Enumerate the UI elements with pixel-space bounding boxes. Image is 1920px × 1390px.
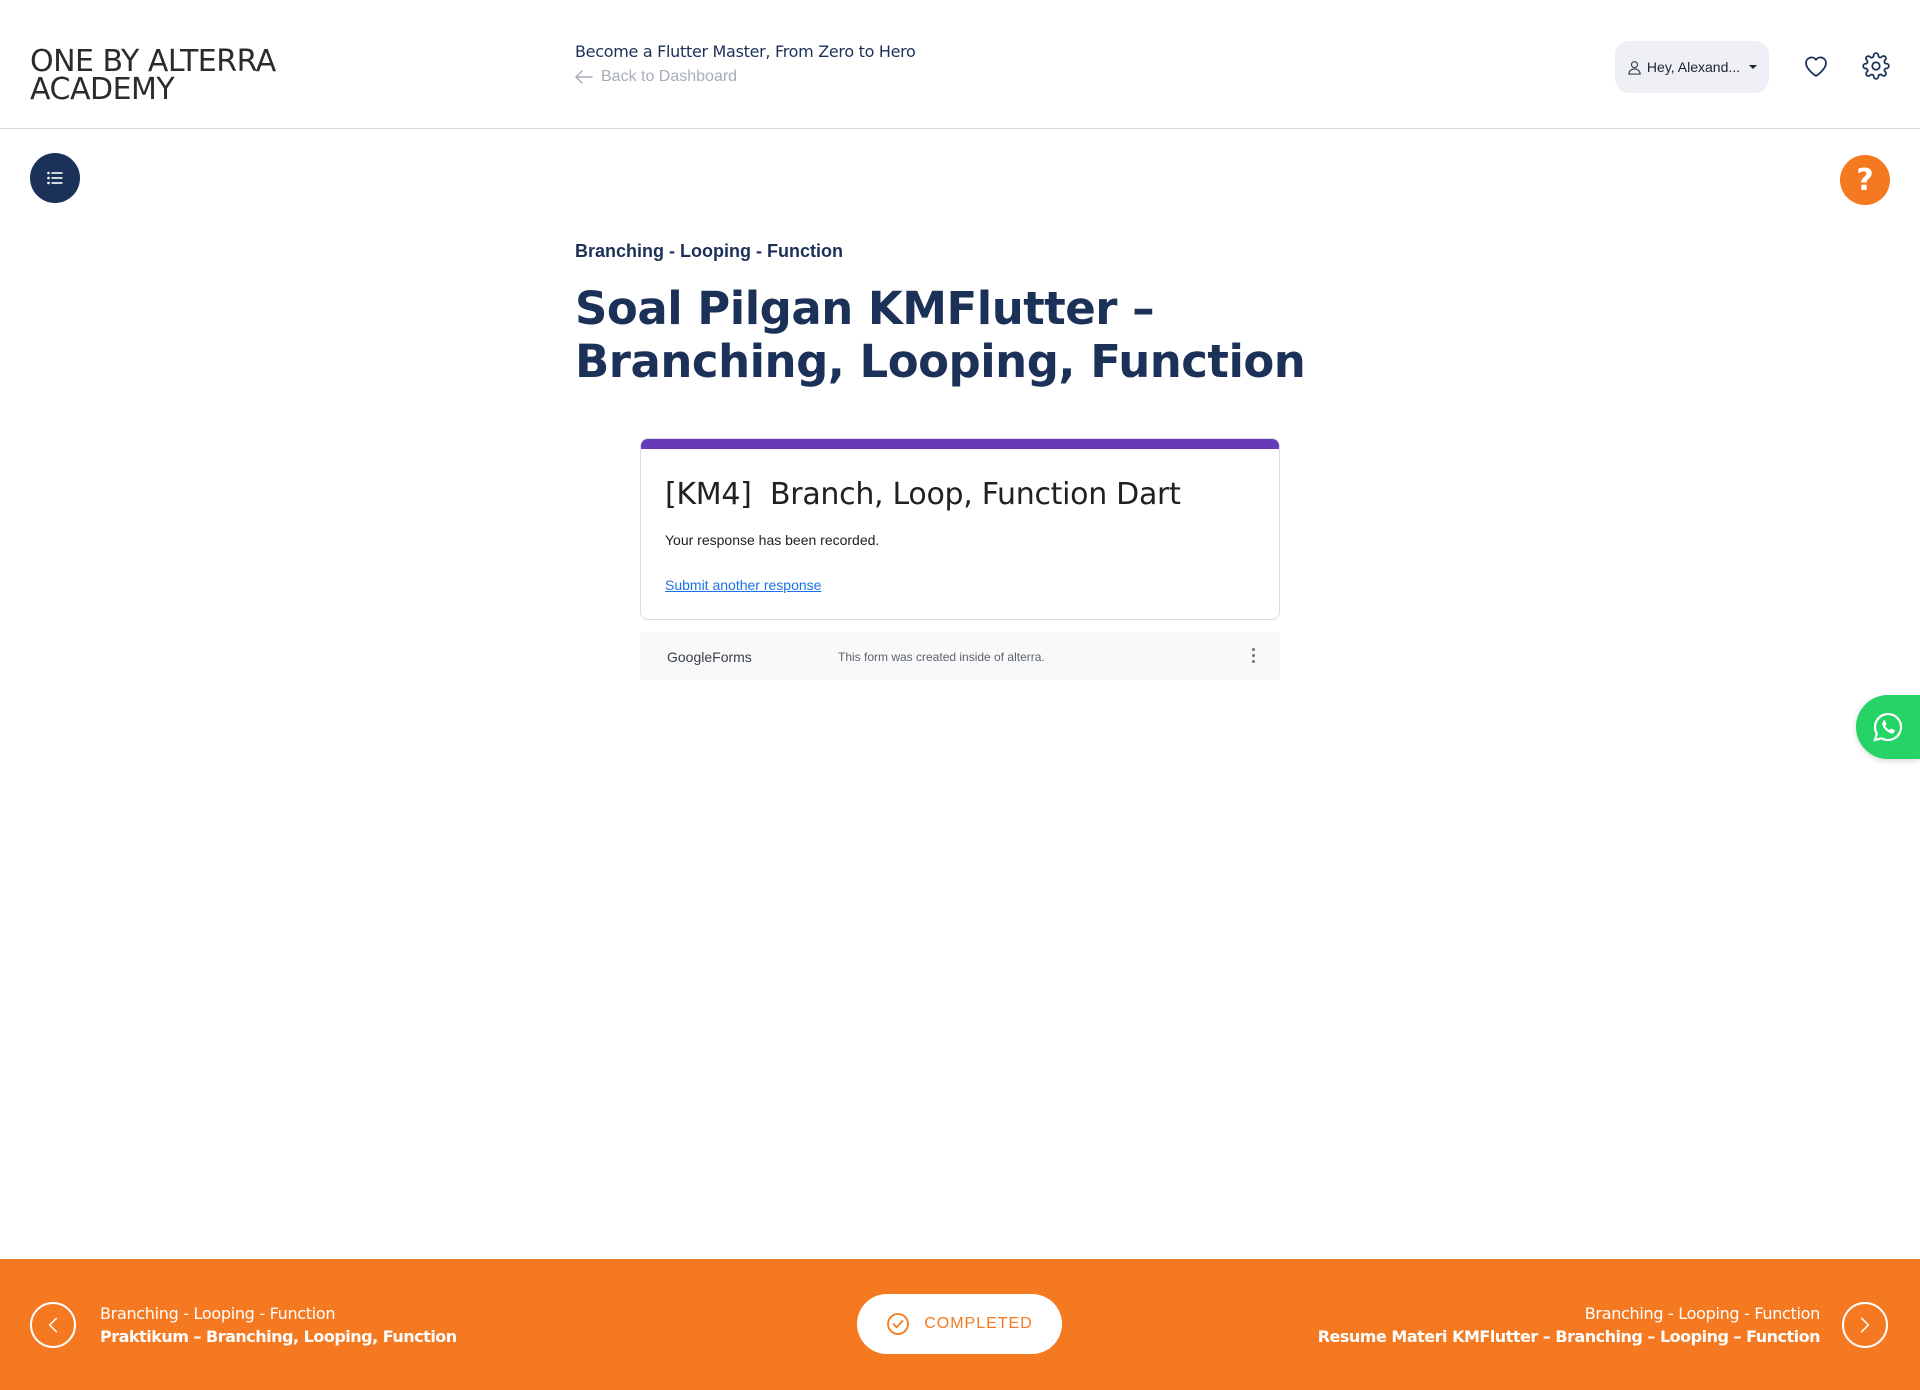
back-to-dashboard-label: Back to Dashboard xyxy=(601,68,738,85)
previous-lesson-title: Praktikum – Branching, Looping, Function xyxy=(100,1327,457,1346)
completed-button[interactable]: COMPLETED xyxy=(857,1294,1062,1354)
lesson-navigation-bar: Branching - Looping - Function Praktikum… xyxy=(0,1259,1920,1390)
submit-another-response-link[interactable]: Submit another response xyxy=(665,577,821,593)
whatsapp-button[interactable] xyxy=(1856,695,1920,759)
table-of-contents-button[interactable] xyxy=(30,153,80,203)
google-form-footer: GoogleForms This form was created inside… xyxy=(640,632,1280,680)
list-icon xyxy=(47,171,63,185)
gear-icon[interactable] xyxy=(1862,52,1890,80)
next-lesson-link[interactable]: Branching - Looping - Function Resume Ma… xyxy=(1317,1304,1821,1346)
question-icon: ? xyxy=(1856,162,1874,198)
form-title: [KM4] Branch, Loop, Function Dart xyxy=(665,477,1181,512)
previous-lesson-section: Branching - Looping - Function xyxy=(100,1304,336,1323)
previous-lesson-button[interactable] xyxy=(30,1302,76,1348)
chevron-right-icon xyxy=(1860,1317,1870,1333)
whatsapp-icon xyxy=(1873,712,1903,742)
arrow-left-icon xyxy=(575,70,593,84)
google-form-card: [KM4] Branch, Loop, Function Dart Your r… xyxy=(640,438,1280,620)
next-lesson-title: Resume Materi KMFlutter – Branching – Lo… xyxy=(1317,1327,1821,1346)
form-accent-bar xyxy=(641,439,1279,449)
form-confirmation-message: Your response has been recorded. xyxy=(665,532,880,548)
more-vert-icon[interactable] xyxy=(1252,646,1256,666)
form-footer-note: This form was created inside of alterra. xyxy=(838,650,1045,664)
previous-lesson-link[interactable]: Branching - Looping - Function Praktikum… xyxy=(100,1304,457,1346)
completed-label: COMPLETED xyxy=(924,1315,1033,1332)
user-greeting: Hey, Alexand... xyxy=(1646,59,1741,75)
user-icon xyxy=(1628,60,1641,75)
back-to-dashboard-link[interactable]: Back to Dashboard xyxy=(575,68,737,86)
section-breadcrumb: Branching - Looping - Function xyxy=(575,241,843,261)
help-button[interactable]: ? xyxy=(1840,155,1890,205)
next-lesson-section: Branching - Looping - Function xyxy=(1584,1304,1821,1323)
next-lesson-button[interactable] xyxy=(1842,1302,1888,1348)
check-circle-icon xyxy=(887,1313,910,1335)
site-logo[interactable]: ONE BY ALTERRA ACADEMY xyxy=(30,47,330,105)
chevron-left-icon xyxy=(48,1317,58,1333)
page-title: Soal Pilgan KMFlutter – Branching, Loopi… xyxy=(575,282,1306,388)
course-title: Become a Flutter Master, From Zero to He… xyxy=(575,42,916,61)
heart-icon[interactable] xyxy=(1802,52,1830,80)
top-header: ONE BY ALTERRA ACADEMY Become a Flutter … xyxy=(0,0,1920,129)
chevron-down-icon xyxy=(1749,65,1758,69)
user-menu-button[interactable]: Hey, Alexand... xyxy=(1615,41,1769,93)
google-forms-logo[interactable]: GoogleForms xyxy=(667,649,752,665)
